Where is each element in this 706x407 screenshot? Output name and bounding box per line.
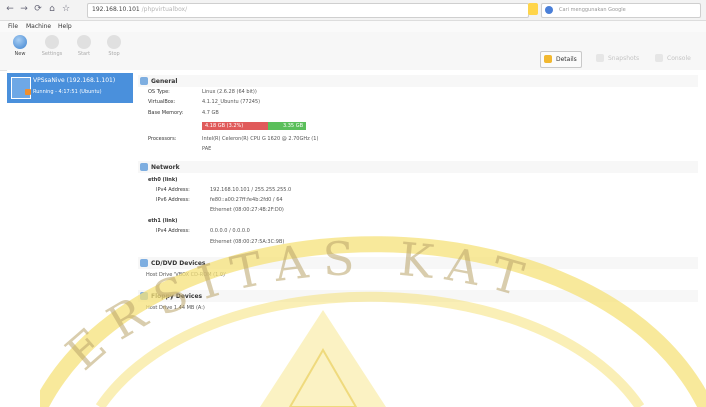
adapter-1-name: eth0 (link) [148, 177, 178, 183]
processors-label: Processors: [148, 136, 177, 142]
details-label: Details [556, 56, 577, 63]
menu-bar: File Machine Help [0, 21, 706, 32]
home-icon[interactable]: ⌂ [46, 4, 58, 14]
floppy-title: Floppy Devices [151, 293, 203, 300]
cd-dvd-title: CD/DVD Devices [151, 260, 206, 267]
running-state-icon [25, 89, 31, 95]
adapter-2-ipv4-label: IPv4 Address: [156, 228, 190, 234]
os-type-label: OS Type: [148, 89, 170, 95]
settings-button[interactable]: Settings [38, 35, 66, 57]
browser-toolbar: ← → ⟳ ⌂ ☆ 192.168.10.101 /phpvirtualbox/… [0, 0, 706, 21]
google-icon [545, 6, 553, 14]
adapter-1-mac-value: Ethernet (08:00:27:4B:2F:D0) [210, 207, 284, 213]
stop-button[interactable]: Stop [100, 35, 128, 57]
cd-dvd-value: Host Drive 'VBOX CD-ROM (1.0)' [146, 272, 227, 278]
vm-os-icon [11, 77, 31, 99]
adapter-2-mac-value: Ethernet (08:00:27:5A:3C:9B) [210, 239, 285, 245]
new-button[interactable]: New [6, 35, 34, 57]
start-button[interactable]: Start [70, 35, 98, 57]
pae-value: PAE [202, 146, 212, 152]
disc-icon [140, 259, 148, 267]
processors-value: Intel(R) Celeron(R) CPU G 1620 @ 2.70GHz… [202, 136, 319, 142]
adapter-1-ipv4-label: IPv4 Address: [156, 187, 190, 193]
vm-state-text: Running - 4:17:51 (Ubuntu) [33, 89, 102, 95]
menu-help[interactable]: Help [58, 23, 72, 30]
base-memory-label: Base Memory: [148, 110, 184, 116]
console-button[interactable]: Console [652, 51, 702, 66]
bookmarks-icon[interactable]: ☆ [60, 4, 72, 14]
vm-list: VPSsaNive (192.168.1.101) Running - 4:17… [7, 70, 134, 407]
details-icon [544, 55, 552, 63]
adapter-1-ipv4-value: 192.168.10.101 / 255.255.255.0 [210, 187, 292, 193]
virtualbox-value: 4.1.12_Ubuntu (77245) [202, 99, 261, 105]
search-placeholder: Cari menggunakan Google [559, 7, 626, 13]
menu-machine[interactable]: Machine [26, 23, 51, 30]
general-icon [140, 77, 148, 85]
memory-usage-bar: 4.18 GB (3.2%) 3.35 GB [202, 122, 306, 130]
adapter-1-ipv6-label: IPv6 Address: [156, 197, 190, 203]
forward-arrow-icon[interactable]: → [18, 4, 30, 14]
memory-used-label: 4.18 GB (3.2%) [205, 123, 244, 129]
search-engine-icon[interactable] [528, 3, 538, 15]
address-bar[interactable]: 192.168.10.101 /phpvirtualbox/ [87, 3, 529, 18]
cd-dvd-section-header[interactable]: CD/DVD Devices [138, 257, 698, 269]
console-icon [655, 54, 663, 62]
url-text: 192.168.10.101 /phpvirtualbox/ [92, 6, 188, 13]
virtualbox-label: VirtualBox: [148, 99, 176, 105]
start-label: Start [77, 51, 91, 57]
floppy-value: Host Drive 1.44 MB (A:) [146, 305, 205, 311]
reload-icon[interactable]: ⟳ [32, 4, 44, 14]
details-button[interactable]: Details [540, 51, 582, 68]
base-memory-value: 4.7 GB [202, 110, 219, 116]
floppy-icon [140, 292, 148, 300]
new-label: New [14, 51, 26, 57]
camera-icon [596, 54, 604, 62]
vm-list-item[interactable]: VPSsaNive (192.168.1.101) Running - 4:17… [7, 73, 133, 103]
console-label: Console [667, 55, 691, 62]
general-title: General [151, 78, 178, 85]
search-input[interactable]: Cari menggunakan Google [541, 3, 701, 18]
network-title: Network [151, 164, 180, 171]
menu-file[interactable]: File [8, 23, 18, 30]
general-section-header[interactable]: General [138, 75, 698, 87]
vm-name: VPSsaNive (192.168.1.101) [33, 77, 116, 84]
gear-icon [45, 35, 59, 49]
stop-label: Stop [108, 51, 120, 57]
snapshots-label: Snapshots [608, 55, 640, 62]
floppy-section-header[interactable]: Floppy Devices [138, 290, 698, 302]
snapshots-button[interactable]: Snapshots [593, 51, 643, 66]
os-type-value: Linux (2.6.28 (64 bit)) [202, 89, 257, 95]
new-vm-icon [13, 35, 27, 49]
settings-label: Settings [41, 51, 63, 57]
vm-state: Running - 4:17:51 (Ubuntu) [25, 89, 102, 95]
network-icon [140, 163, 148, 171]
adapter-2-ipv4-value: 0.0.0.0 / 0.0.0.0 [210, 228, 250, 234]
back-arrow-icon[interactable]: ← [4, 4, 16, 14]
network-section-header[interactable]: Network [138, 161, 698, 173]
stop-icon [107, 35, 121, 49]
adapter-2-name: eth1 (link) [148, 218, 178, 224]
start-arrow-icon [77, 35, 91, 49]
adapter-1-ipv6-value: fe80::a00:27ff:fe4b:2fd0 / 64 [210, 197, 283, 203]
memory-free-label: 3.35 GB [282, 123, 303, 129]
